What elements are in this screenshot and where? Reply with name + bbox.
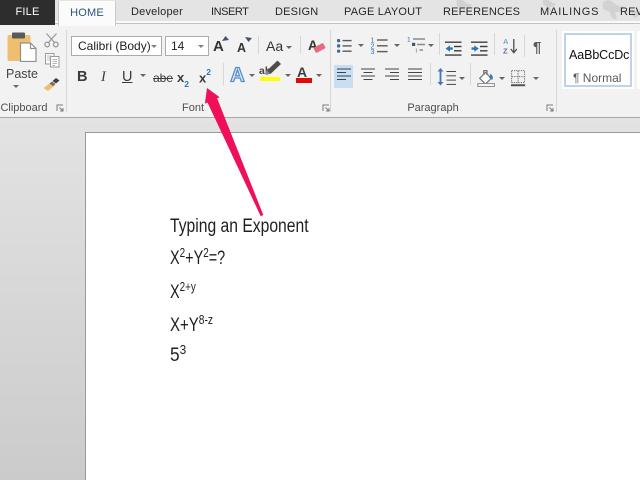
svg-text:1: 1 (407, 37, 411, 44)
svg-text:3: 3 (371, 49, 375, 54)
svg-text:A: A (503, 38, 509, 46)
svg-text:A: A (230, 65, 244, 85)
svg-text:Z: Z (503, 47, 508, 56)
svg-text:i: i (416, 48, 417, 54)
